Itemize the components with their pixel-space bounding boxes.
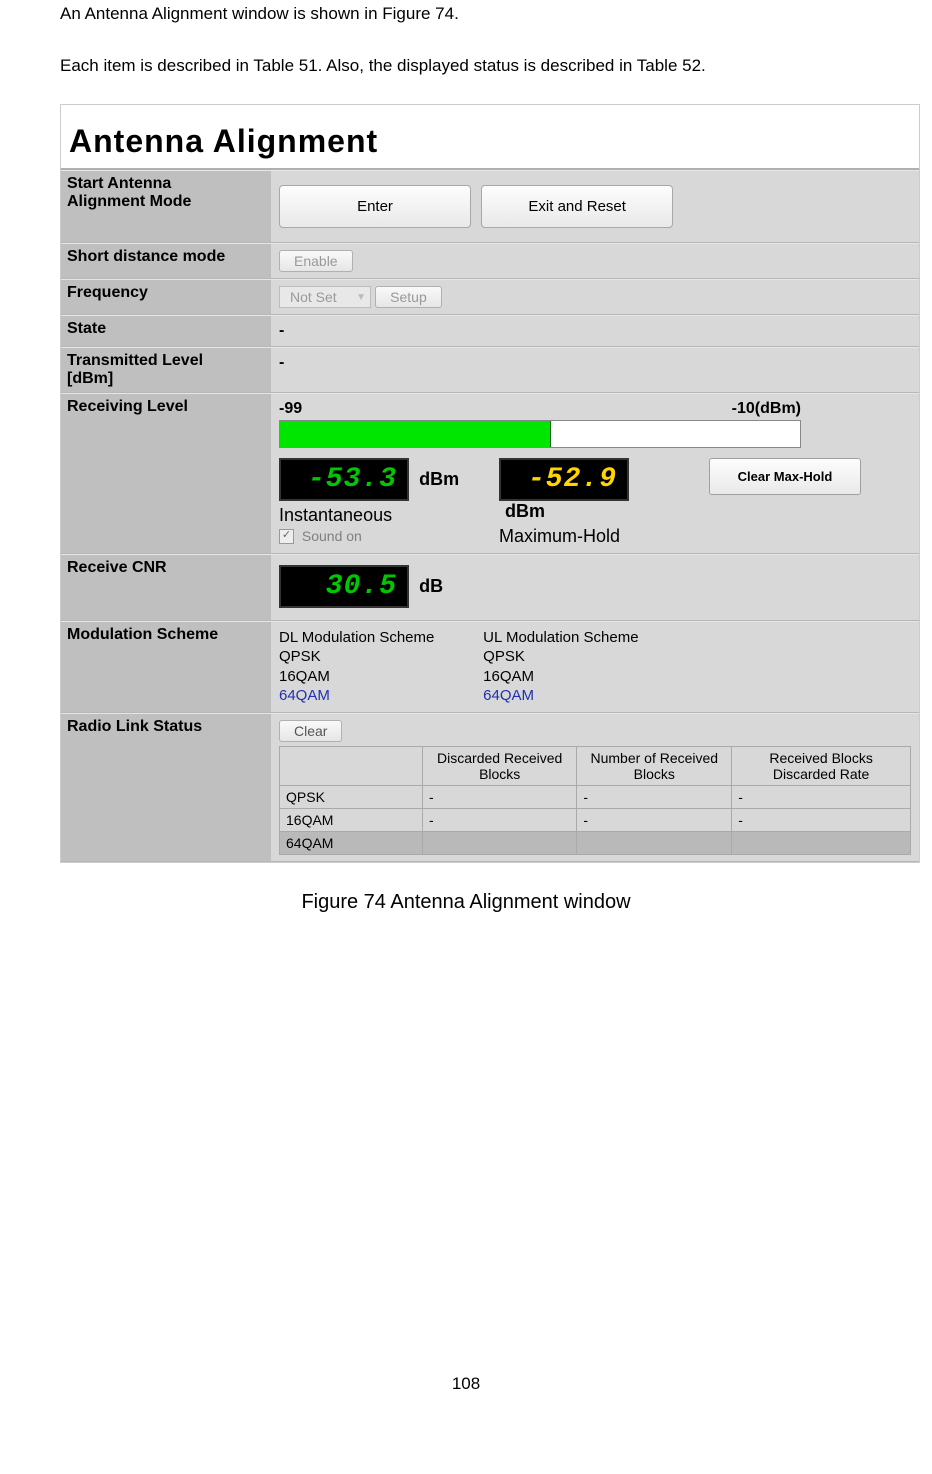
label-mod-scheme: Modulation Scheme — [61, 622, 271, 712]
recv-scale-max: -10(dBm) — [732, 400, 801, 418]
label-radio-link: Radio Link Status — [61, 714, 271, 861]
radio-link-table: Discarded Received Blocks Number of Rece… — [279, 746, 911, 855]
label-recv-level: Receiving Level — [61, 394, 271, 553]
table-row: 64QAM — [280, 831, 911, 854]
intro-line-1: An Antenna Alignment window is shown in … — [60, 0, 872, 27]
instantaneous-lcd: -53.3 — [279, 458, 409, 501]
row-c2: - — [577, 808, 732, 831]
clear-maxhold-button[interactable]: Clear Max-Hold — [709, 458, 861, 495]
intro-line-2: Each item is described in Table 51. Also… — [60, 52, 872, 79]
frequency-select-value: Not Set — [290, 289, 337, 305]
row-c3: - — [732, 785, 911, 808]
ul-16qam: 16QAM — [483, 667, 683, 687]
label-recv-cnr: Receive CNR — [61, 555, 271, 620]
table-row: 16QAM - - - — [280, 808, 911, 831]
row-name: QPSK — [280, 785, 423, 808]
ul-qpsk: QPSK — [483, 647, 683, 667]
table-header-received: Number of Received Blocks — [577, 746, 732, 785]
recv-level-bar-fill — [280, 421, 551, 447]
row-c3 — [732, 831, 911, 854]
maxhold-caption: Maximum-Hold — [499, 526, 709, 547]
maxhold-unit: dBm — [505, 501, 545, 521]
label-tx-level: Transmitted Level [dBm] — [61, 348, 271, 391]
window-title: Antenna Alignment — [61, 105, 919, 170]
label-frequency: Frequency — [61, 280, 271, 314]
dl-qpsk: QPSK — [279, 647, 479, 667]
recv-level-bar — [279, 420, 801, 448]
row-c3: - — [732, 808, 911, 831]
setup-button[interactable]: Setup — [375, 286, 442, 308]
row-c1 — [423, 831, 577, 854]
instantaneous-caption: Instantaneous — [279, 505, 499, 526]
label-short-distance: Short distance mode — [61, 244, 271, 278]
dl-modulation-block: DL Modulation Scheme QPSK 16QAM 64QAM — [279, 628, 479, 706]
page-number: 108 — [60, 1374, 872, 1394]
dl-header: DL Modulation Scheme — [279, 628, 479, 648]
row-name: 64QAM — [280, 831, 423, 854]
label-state: State — [61, 316, 271, 346]
ul-header: UL Modulation Scheme — [483, 628, 683, 648]
table-header-empty — [280, 746, 423, 785]
tx-level-value: - — [279, 354, 284, 371]
enter-button[interactable]: Enter — [279, 185, 471, 228]
instantaneous-unit: dBm — [419, 469, 459, 489]
maxhold-lcd: -52.9 — [499, 458, 629, 501]
sound-on-checkbox[interactable]: ✓ — [279, 529, 294, 544]
chevron-down-icon: ▼ — [356, 292, 366, 303]
frequency-select[interactable]: Not Set ▼ — [279, 286, 371, 308]
cnr-unit: dB — [419, 576, 443, 596]
dl-16qam: 16QAM — [279, 667, 479, 687]
table-header-rate: Received Blocks Discarded Rate — [732, 746, 911, 785]
row-c2: - — [577, 785, 732, 808]
label-start-mode: Start Antenna Alignment Mode — [61, 171, 271, 242]
figure-caption: Figure 74 Antenna Alignment window — [60, 891, 872, 914]
clear-button[interactable]: Clear — [279, 720, 342, 742]
row-c1: - — [423, 785, 577, 808]
row-name: 16QAM — [280, 808, 423, 831]
ul-64qam: 64QAM — [483, 686, 683, 706]
enable-button[interactable]: Enable — [279, 250, 353, 272]
row-c1: - — [423, 808, 577, 831]
row-c2 — [577, 831, 732, 854]
antenna-alignment-window: Antenna Alignment Start Antenna Alignmen… — [60, 104, 920, 862]
ul-modulation-block: UL Modulation Scheme QPSK 16QAM 64QAM — [483, 628, 683, 706]
sound-on-label: Sound on — [302, 528, 362, 544]
dl-64qam: 64QAM — [279, 686, 479, 706]
recv-scale-min: -99 — [279, 400, 302, 418]
state-value: - — [279, 322, 284, 339]
exit-reset-button[interactable]: Exit and Reset — [481, 185, 673, 228]
table-header-discarded: Discarded Received Blocks — [423, 746, 577, 785]
cnr-lcd: 30.5 — [279, 565, 409, 608]
table-row: QPSK - - - — [280, 785, 911, 808]
